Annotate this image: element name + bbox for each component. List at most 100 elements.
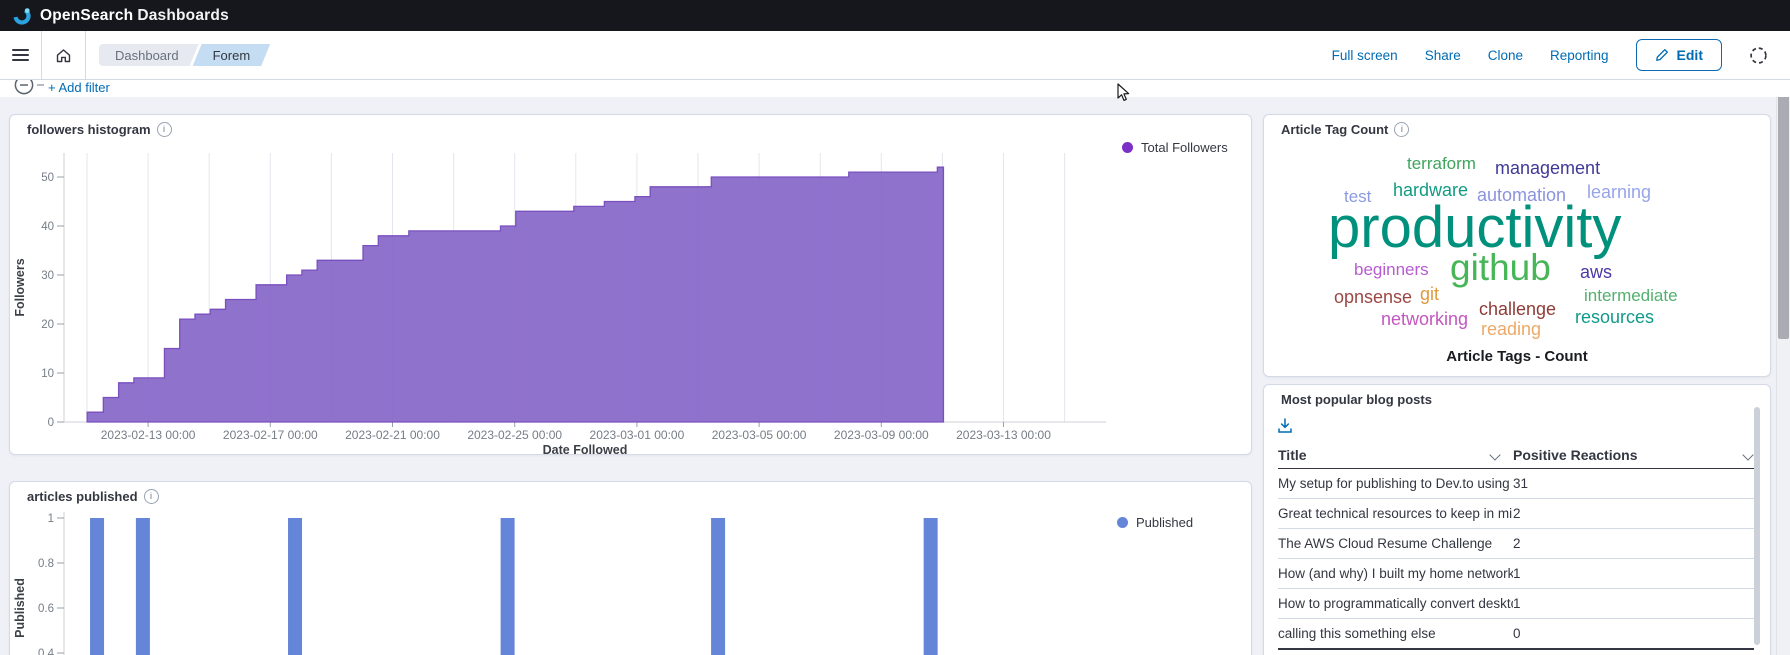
filter-bar: + Add filter bbox=[0, 75, 1790, 97]
hamburger-icon bbox=[12, 49, 29, 61]
table-row: The AWS Cloud Resume Challenge 2 bbox=[1278, 529, 1754, 559]
breadcrumb-dashboard[interactable]: Dashboard bbox=[99, 44, 199, 66]
x-tick-label: 2023-02-13 00:00 bbox=[101, 428, 196, 442]
y-tick-label: 30 bbox=[41, 270, 54, 282]
column-header-title[interactable]: Title bbox=[1278, 447, 1513, 463]
tag-word-opnsense[interactable]: opnsense bbox=[1334, 288, 1412, 306]
y-tick-label: 1 bbox=[48, 513, 54, 525]
tag-word-github[interactable]: github bbox=[1450, 249, 1551, 286]
legend-published: Published bbox=[1117, 515, 1193, 530]
tag-word-terraform[interactable]: terraform bbox=[1407, 155, 1476, 172]
cell-title: Great technical resources to keep in mir bbox=[1278, 506, 1513, 521]
total-followers-area bbox=[86, 166, 945, 423]
x-tick-label: 2023-03-05 00:00 bbox=[712, 428, 807, 442]
panel-most-popular-posts: Most popular blog posts Title Positive R… bbox=[1263, 384, 1771, 655]
table-row: How (and why) I built my home network 1 bbox=[1278, 559, 1754, 589]
tag-word-aws[interactable]: aws bbox=[1580, 263, 1612, 281]
opensearch-dashboards-screen: OpenSearch Dashboards Dashboard Forem Ful… bbox=[0, 0, 1790, 655]
add-filter-link[interactable]: + Add filter bbox=[48, 80, 110, 95]
breadcrumb-forem[interactable]: Forem bbox=[193, 44, 271, 66]
table-body: My setup for publishing to Dev.to using 3… bbox=[1278, 469, 1754, 650]
tag-word-beginners[interactable]: beginners bbox=[1354, 261, 1429, 278]
y-tick-label: 10 bbox=[41, 368, 54, 380]
table-header-row: Title Positive Reactions bbox=[1278, 441, 1754, 469]
tag-word-challenge[interactable]: challenge bbox=[1479, 300, 1556, 318]
share-link[interactable]: Share bbox=[1425, 48, 1461, 63]
reporting-link[interactable]: Reporting bbox=[1550, 48, 1609, 63]
published-bar bbox=[288, 518, 303, 655]
legend-dot bbox=[1117, 517, 1128, 528]
published-bar bbox=[135, 518, 150, 655]
theme-circle-icon[interactable] bbox=[1749, 46, 1768, 65]
legend-total-followers: Total Followers bbox=[1122, 140, 1228, 155]
tag-word-resources[interactable]: resources bbox=[1575, 308, 1654, 326]
tag-cloud[interactable]: terraform management test hardware automatio… bbox=[1264, 115, 1770, 376]
cell-positive-reactions: 31 bbox=[1513, 476, 1529, 491]
posts-table: Title Positive Reactions My setup for pu… bbox=[1278, 441, 1754, 650]
table-row: calling this something else 0 bbox=[1278, 619, 1754, 650]
y-tick-label: 0.8 bbox=[38, 558, 54, 570]
x-tick-label: 2023-02-17 00:00 bbox=[223, 428, 318, 442]
home-icon bbox=[55, 47, 72, 64]
info-icon[interactable]: i bbox=[156, 122, 172, 137]
x-axis-title: Date Followed bbox=[543, 443, 628, 456]
clone-link[interactable]: Clone bbox=[1488, 48, 1523, 63]
panel-article-tag-count: Article Tag Count i terraform management t… bbox=[1263, 114, 1771, 377]
cell-positive-reactions: 2 bbox=[1513, 536, 1521, 551]
published-bar bbox=[923, 518, 938, 655]
x-tick-label: 2023-03-09 00:00 bbox=[834, 428, 929, 442]
download-csv-icon[interactable] bbox=[1276, 417, 1298, 437]
cell-title: How to programmatically convert deskto bbox=[1278, 596, 1513, 611]
y-tick-label: 0.4 bbox=[38, 648, 55, 655]
cell-positive-reactions: 1 bbox=[1513, 566, 1521, 581]
panel-title: articles published i bbox=[27, 489, 159, 504]
table-row: My setup for publishing to Dev.to using 3… bbox=[1278, 469, 1754, 499]
tag-word-intermediate[interactable]: intermediate bbox=[1584, 287, 1678, 304]
y-axis-title: Published bbox=[13, 578, 27, 638]
pencil-icon bbox=[1655, 48, 1669, 62]
tag-word-reading[interactable]: reading bbox=[1481, 320, 1541, 338]
tag-word-networking[interactable]: networking bbox=[1381, 310, 1468, 328]
edit-button[interactable]: Edit bbox=[1635, 39, 1722, 71]
table-row: How to programmatically convert deskto 1 bbox=[1278, 589, 1754, 619]
panel-articles-published: articles published i Published 1 0.8 0.6 0.… bbox=[9, 481, 1252, 655]
menu-button[interactable] bbox=[0, 31, 42, 79]
cell-title: The AWS Cloud Resume Challenge bbox=[1278, 536, 1493, 551]
home-button[interactable] bbox=[42, 31, 86, 79]
tag-word-management[interactable]: management bbox=[1495, 159, 1600, 177]
app-title: OpenSearch Dashboards bbox=[40, 6, 229, 24]
cell-positive-reactions: 2 bbox=[1513, 506, 1521, 521]
y-tick-label: 0 bbox=[48, 417, 54, 429]
x-tick-label: 2023-03-01 00:00 bbox=[590, 428, 685, 442]
cell-title: How (and why) I built my home network bbox=[1278, 566, 1513, 581]
cell-title: My setup for publishing to Dev.to using bbox=[1278, 476, 1510, 491]
sort-chevron-icon[interactable] bbox=[1489, 448, 1501, 461]
panel-title: followers histogram i bbox=[27, 122, 172, 137]
articles-published-chart[interactable]: 1 0.8 0.6 0.4 Published bbox=[10, 508, 1253, 655]
legend-dot bbox=[1122, 142, 1133, 153]
full-screen-link[interactable]: Full screen bbox=[1332, 48, 1398, 63]
sort-chevron-icon[interactable] bbox=[1742, 448, 1754, 461]
y-axis-title: Followers bbox=[13, 258, 27, 316]
y-tick-label: 0.6 bbox=[38, 603, 54, 615]
y-tick-label: 40 bbox=[41, 221, 54, 233]
followers-histogram-chart[interactable]: 0 10 20 30 40 50 2023-02-13 00:00 2023-02-17 00… bbox=[10, 141, 1253, 457]
panel-followers-histogram: followers histogram i Total Followers 0 1… bbox=[9, 114, 1253, 457]
x-tick-label: 2023-03-13 00:00 bbox=[956, 428, 1051, 442]
tag-cloud-caption: Article Tags - Count bbox=[1446, 348, 1588, 365]
opensearch-logo-icon[interactable] bbox=[12, 6, 32, 26]
table-row: Great technical resources to keep in mir… bbox=[1278, 499, 1754, 529]
breadcrumb: Dashboard Forem bbox=[99, 44, 270, 66]
published-bar bbox=[90, 518, 105, 655]
navbar-actions: Full screen Share Clone Reporting Edit bbox=[1332, 39, 1790, 71]
info-icon[interactable]: i bbox=[143, 489, 159, 504]
published-bar bbox=[500, 518, 515, 655]
info-icon[interactable]: i bbox=[1394, 122, 1410, 137]
panel-scrollbar[interactable] bbox=[1754, 407, 1760, 645]
followers-histogram-svg: 0 10 20 30 40 50 2023-02-13 00:00 2023-02-17 00… bbox=[13, 153, 1106, 457]
y-tick-label: 20 bbox=[41, 319, 54, 331]
navigation-bar: Dashboard Forem Full screen Share Clone … bbox=[0, 31, 1790, 80]
published-bar bbox=[711, 518, 726, 655]
column-header-positive-reactions[interactable]: Positive Reactions bbox=[1513, 447, 1754, 463]
tag-word-git[interactable]: git bbox=[1420, 285, 1439, 303]
